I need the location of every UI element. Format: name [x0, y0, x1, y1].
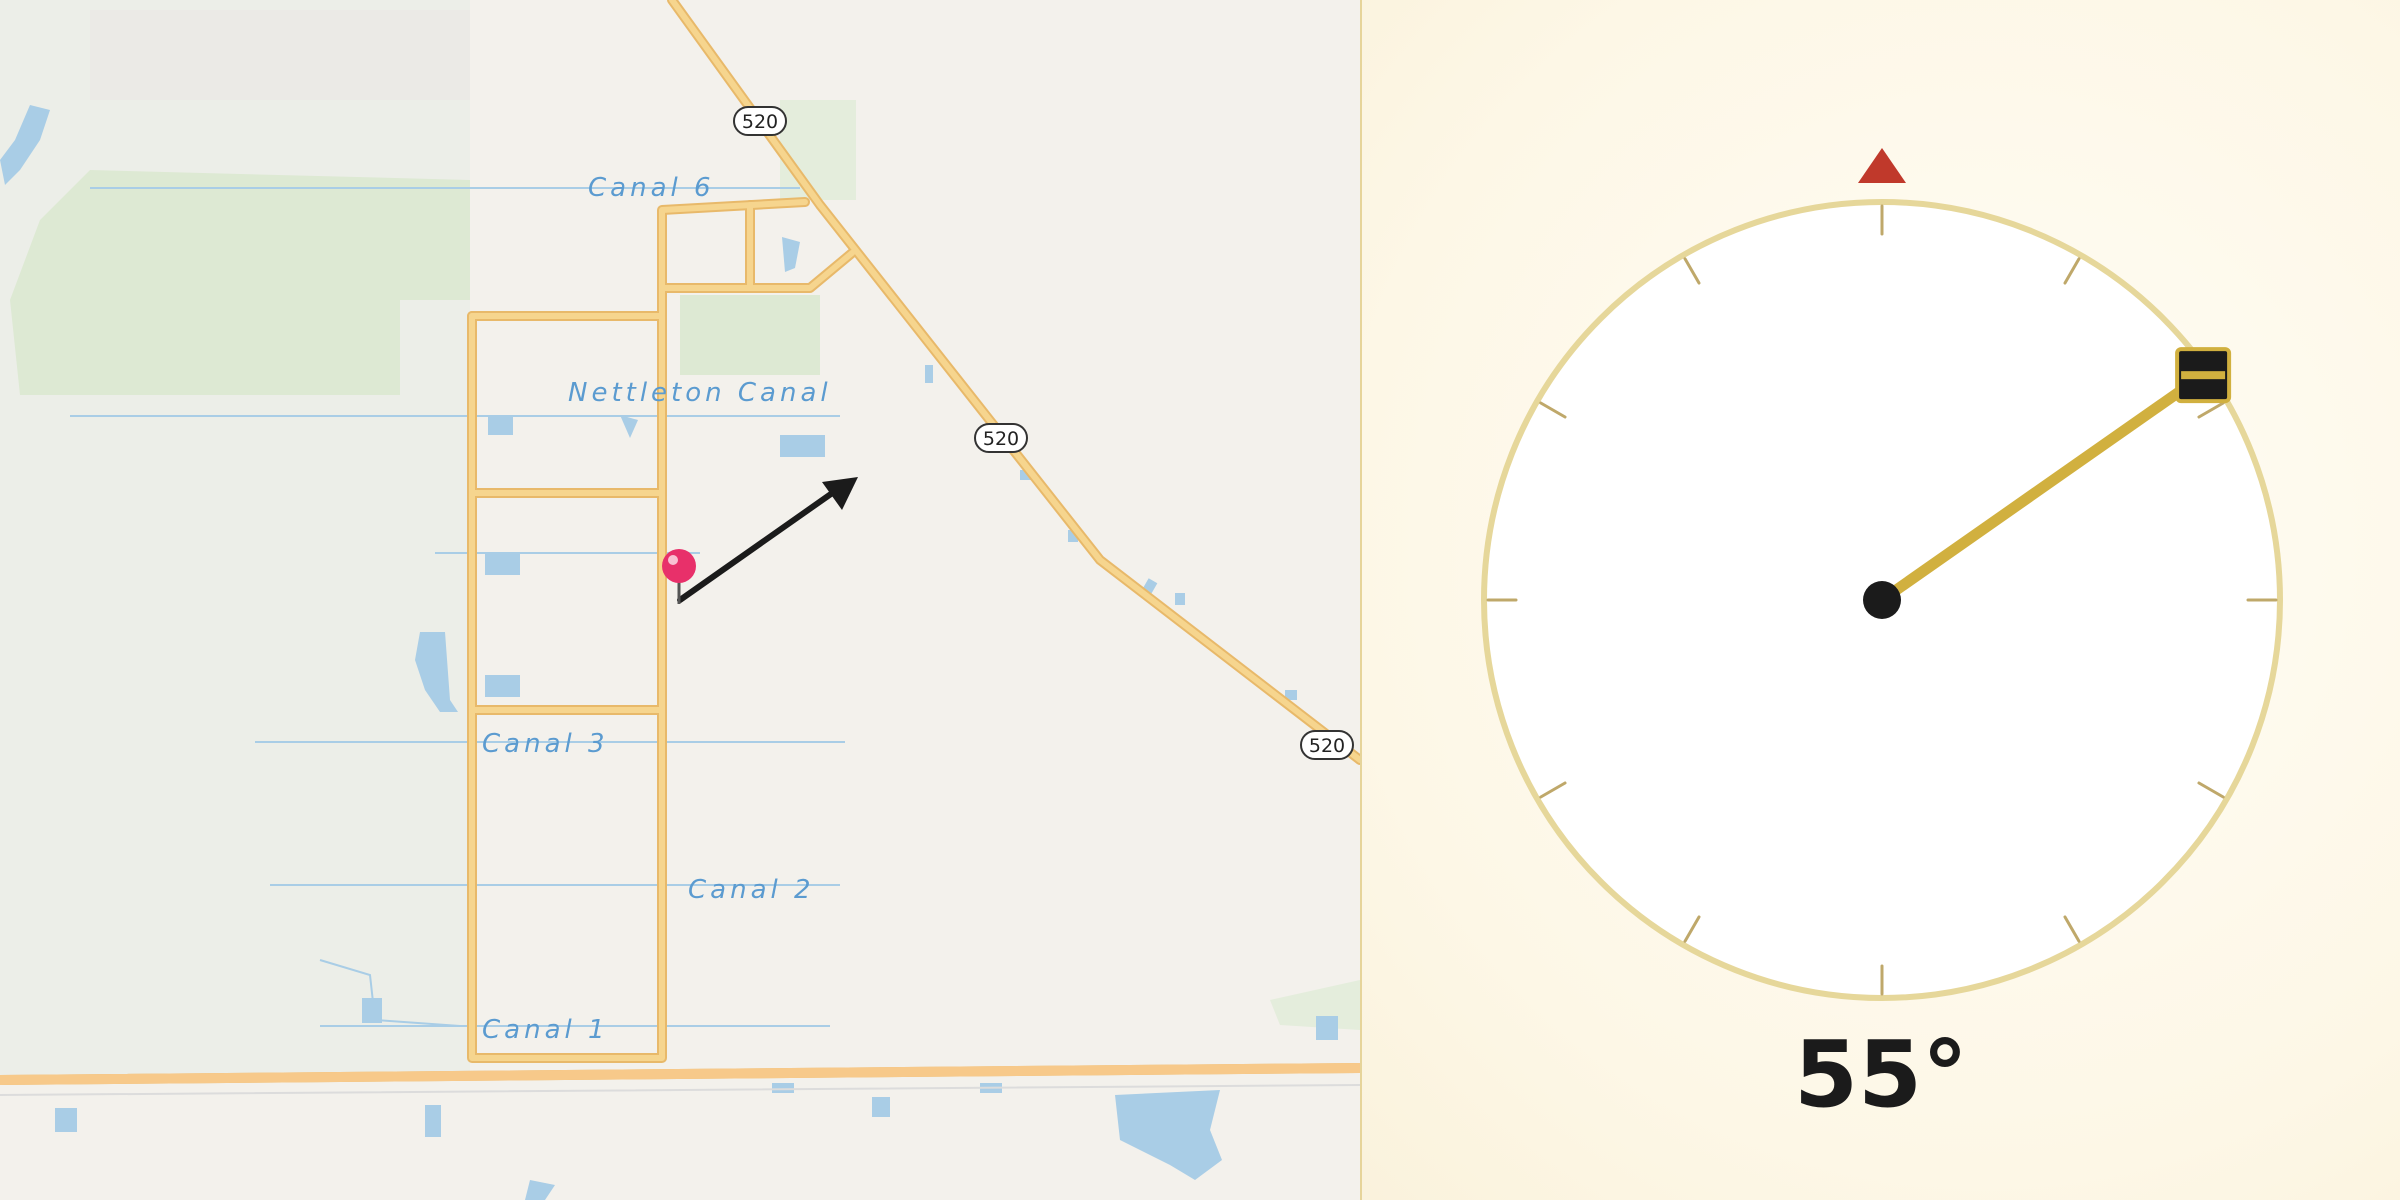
farmland-area	[0, 0, 470, 1080]
canal-label: Canal 2	[688, 875, 815, 905]
svg-text:520: 520	[983, 428, 1019, 450]
svg-text:520: 520	[1309, 735, 1345, 757]
map-canvas: 520 520 520 Canal 6 Nettleton Canal Cana…	[0, 0, 1360, 1200]
heading-readout: 55°	[1793, 1021, 1969, 1128]
canal-label: Nettleton Canal	[568, 378, 832, 408]
park-area-small	[680, 295, 820, 375]
svg-text:520: 520	[742, 111, 778, 133]
compass-center	[1863, 581, 1901, 619]
route-shield-520: 520	[974, 423, 1028, 453]
canal-label: Canal 3	[482, 729, 609, 759]
compass-panel: 55°	[1362, 0, 2400, 1200]
route-shield-520: 520	[1300, 730, 1354, 760]
route-shield-520: 520	[733, 106, 787, 136]
north-marker-icon	[1858, 148, 1906, 183]
map-view[interactable]: 520 520 520 Canal 6 Nettleton Canal Cana…	[0, 0, 1360, 1200]
needle-marker-icon	[2175, 347, 2232, 404]
canal-label: Canal 1	[482, 1015, 609, 1045]
canal-label: Canal 6	[588, 173, 715, 203]
